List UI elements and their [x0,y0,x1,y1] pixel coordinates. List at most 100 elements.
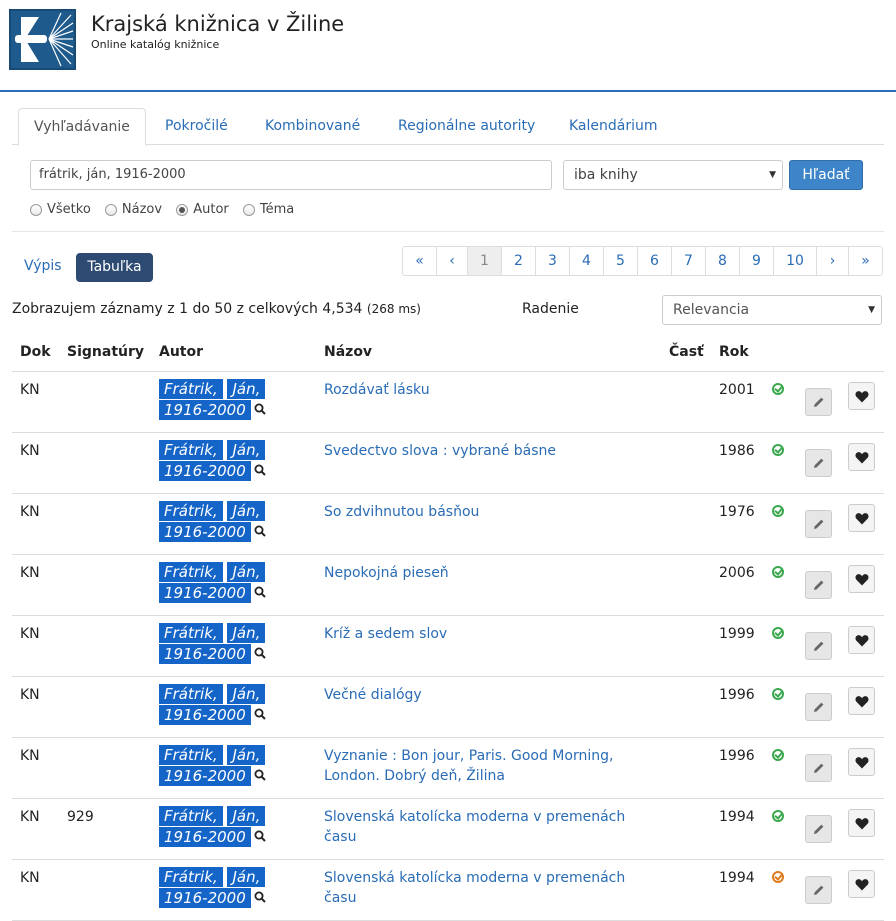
radio-autor[interactable]: Autor [176,202,229,217]
check-circle-icon [772,871,784,883]
favorite-button[interactable] [848,504,875,532]
favorite-button[interactable] [848,626,875,654]
record-title-link[interactable]: Vyznanie : Bon jour, Paris. Good Morning… [324,746,644,786]
check-circle-icon [772,444,784,456]
record-title-link[interactable]: Slovenská katolícka moderna v premenách … [324,868,644,908]
magnifier-icon[interactable] [254,830,266,846]
author-link[interactable]: Frátrik, Ján, 1916-2000 [159,684,269,727]
record-title-link[interactable]: Svedectvo slova : vybrané básne [324,441,644,461]
record-title-link[interactable]: Večné dialógy [324,685,644,705]
tab-kalendarium[interactable]: Kalendárium [554,108,673,145]
magnifier-icon[interactable] [254,769,266,785]
edit-button[interactable] [805,449,832,477]
tab-kombinovane[interactable]: Kombinované [250,108,375,145]
radio-tema[interactable]: Téma [242,202,294,217]
page-prev[interactable]: ‹ [437,247,468,275]
magnifier-icon[interactable] [254,891,266,907]
heart-icon [855,818,868,830]
edit-button[interactable] [805,693,832,721]
edit-button[interactable] [805,754,832,782]
record-title-link[interactable]: Kríž a sedem slov [324,624,644,644]
record-title-link[interactable]: Rozdávať lásku [324,380,644,400]
page-9[interactable]: 9 [740,247,774,275]
page-8[interactable]: 8 [706,247,740,275]
search-tabs: Vyhľadávanie Pokročilé Kombinované Regio… [12,108,884,146]
col-header-signatury[interactable]: Signatúry [67,344,144,360]
page-1[interactable]: 1 [468,247,502,275]
record-title-link[interactable]: Slovenská katolícka moderna v premenách … [324,807,644,847]
author-link[interactable]: Frátrik, Ján, 1916-2000 [159,867,269,910]
radio-vsetko[interactable]: Všetko [30,202,91,217]
author-dates: 1916-2000 [159,644,251,664]
favorite-button[interactable] [848,870,875,898]
table-row: KN Frátrik, Ján, 1916-2000 Slovenská katolí… [12,860,884,921]
author-link[interactable]: Frátrik, Ján, 1916-2000 [159,745,269,788]
edit-button[interactable] [805,571,832,599]
heart-icon [855,391,868,403]
author-link[interactable]: Frátrik, Ján, 1916-2000 [159,379,269,422]
author-link[interactable]: Frátrik, Ján, 1916-2000 [159,623,269,666]
magnifier-icon[interactable] [254,464,266,480]
favorite-button[interactable] [848,809,875,837]
heart-icon [855,635,868,647]
col-header-rok[interactable]: Rok [719,344,749,360]
edit-button[interactable] [805,876,832,904]
page-6[interactable]: 6 [638,247,672,275]
magnifier-icon[interactable] [254,647,266,663]
author-firstname: Ján, [227,562,266,582]
radio-label: Autor [193,202,229,217]
page-3[interactable]: 3 [536,247,570,275]
radio-nazov[interactable]: Názov [104,202,162,217]
record-title-link[interactable]: So zdvihnutou básňou [324,502,644,522]
search-input[interactable]: frátrik, ján, 1916-2000 [30,160,552,190]
edit-button[interactable] [805,632,832,660]
author-link[interactable]: Frátrik, Ján, 1916-2000 [159,440,269,483]
col-header-nazov[interactable]: Názov [324,344,372,360]
magnifier-icon[interactable] [254,586,266,602]
divider [12,231,884,232]
view-table-button[interactable]: Tabuľka [76,253,153,282]
magnifier-icon[interactable] [254,708,266,724]
col-header-autor[interactable]: Autor [159,344,203,360]
view-list-link[interactable]: Výpis [24,258,62,274]
magnifier-icon[interactable] [254,525,266,541]
page-next[interactable]: › [817,247,849,275]
favorite-button[interactable] [848,565,875,593]
page-last[interactable]: » [849,247,882,275]
heart-icon [855,513,868,525]
page-first[interactable]: « [403,247,437,275]
page-2[interactable]: 2 [502,247,536,275]
edit-button[interactable] [805,388,832,416]
author-link[interactable]: Frátrik, Ján, 1916-2000 [159,501,269,544]
favorite-button[interactable] [848,382,875,410]
edit-button[interactable] [805,815,832,843]
search-type-select[interactable]: iba knihy ▼ [563,160,783,190]
tab-vyhladavanie[interactable]: Vyhľadávanie [18,108,146,146]
magnifier-icon[interactable] [254,403,266,419]
cell-dok: KN [20,809,40,825]
page-4[interactable]: 4 [570,247,604,275]
favorite-button[interactable] [848,443,875,471]
search-button[interactable]: Hľadať [789,160,863,190]
author-link[interactable]: Frátrik, Ján, 1916-2000 [159,562,269,605]
record-title-link[interactable]: Nepokojná pieseň [324,563,644,583]
favorite-button[interactable] [848,687,875,715]
edit-button[interactable] [805,510,832,538]
sort-select[interactable]: Relevancia ▼ [662,295,882,325]
cell-dok: KN [20,626,40,642]
tab-regionalne-autority[interactable]: Regionálne autority [383,108,550,145]
author-firstname: Ján, [227,806,266,826]
heart-icon [855,452,868,464]
favorite-button[interactable] [848,748,875,776]
col-header-dok[interactable]: Dok [20,344,51,360]
author-link[interactable]: Frátrik, Ján, 1916-2000 [159,806,269,849]
tab-pokrocile[interactable]: Pokročilé [150,108,243,145]
page-10[interactable]: 10 [774,247,817,275]
page-5[interactable]: 5 [604,247,638,275]
table-row: KN Frátrik, Ján, 1916-2000 Vyznanie : Bon j… [12,738,884,799]
page-7[interactable]: 7 [672,247,706,275]
author-dates: 1916-2000 [159,827,251,847]
query-time: (268 ms) [366,302,421,316]
col-header-cast[interactable]: Časť [669,344,704,360]
library-logo[interactable] [9,9,76,70]
